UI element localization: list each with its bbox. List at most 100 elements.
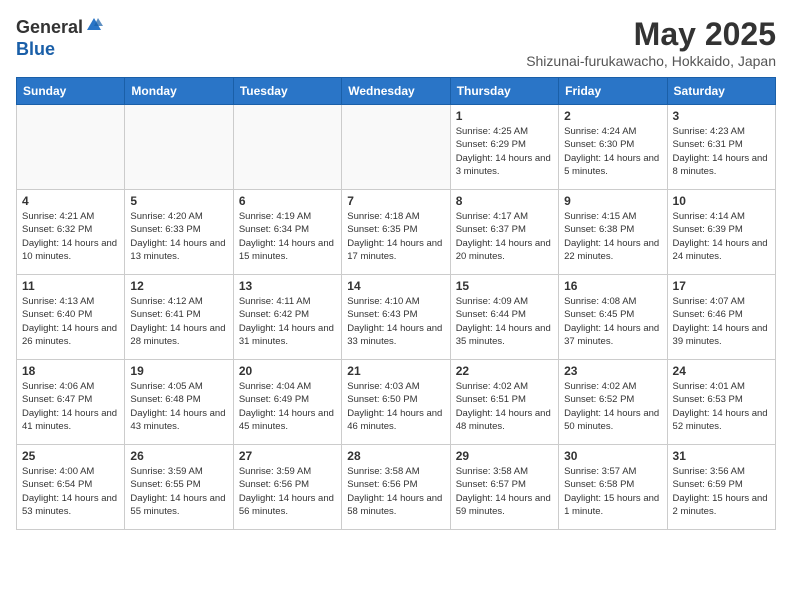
calendar-cell: 16 Sunrise: 4:08 AM Sunset: 6:45 PM Dayli…: [559, 275, 667, 360]
weekday-header-tuesday: Tuesday: [233, 78, 341, 105]
day-number: 28: [347, 449, 444, 463]
day-number: 15: [456, 279, 553, 293]
weekday-header-saturday: Saturday: [667, 78, 775, 105]
calendar-cell: 17 Sunrise: 4:07 AM Sunset: 6:46 PM Dayli…: [667, 275, 775, 360]
calendar-cell: 8Sunrise: 4:17 AM Sunset: 6:37 PM Daylig…: [450, 190, 558, 275]
calendar-cell: 4 Sunrise: 4:21 AM Sunset: 6:32 PM Daylig…: [17, 190, 125, 275]
calendar-cell: 28 Sunrise: 3:58 AM Sunset: 6:56 PM Dayli…: [342, 445, 450, 530]
logo-blue-text: Blue: [16, 39, 55, 59]
calendar-cell: 22 Sunrise: 4:02 AM Sunset: 6:51 PM Dayli…: [450, 360, 558, 445]
day-number: 17: [673, 279, 770, 293]
day-info: Sunrise: 3:56 AM Sunset: 6:59 PM Dayligh…: [673, 465, 770, 518]
day-info: Sunrise: 4:10 AM Sunset: 6:43 PM Dayligh…: [347, 295, 444, 348]
day-number: 19: [130, 364, 227, 378]
calendar-cell: [342, 105, 450, 190]
day-number: 11: [22, 279, 119, 293]
day-number: 2: [564, 109, 661, 123]
week-row-4: 18 Sunrise: 4:06 AM Sunset: 6:47 PM Dayli…: [17, 360, 776, 445]
day-number: 30: [564, 449, 661, 463]
day-number: 20: [239, 364, 336, 378]
calendar-cell: 3Sunrise: 4:23 AM Sunset: 6:31 PM Daylig…: [667, 105, 775, 190]
day-info: Sunrise: 4:05 AM Sunset: 6:48 PM Dayligh…: [130, 380, 227, 433]
calendar-cell: 2 Sunrise: 4:24 AM Sunset: 6:30 PM Daylig…: [559, 105, 667, 190]
calendar-cell: [233, 105, 341, 190]
calendar-cell: 6 Sunrise: 4:19 AM Sunset: 6:34 PM Daylig…: [233, 190, 341, 275]
calendar-cell: 18 Sunrise: 4:06 AM Sunset: 6:47 PM Dayli…: [17, 360, 125, 445]
calendar-cell: 12Sunrise: 4:12 AM Sunset: 6:41 PM Dayli…: [125, 275, 233, 360]
day-number: 21: [347, 364, 444, 378]
day-info: Sunrise: 3:58 AM Sunset: 6:56 PM Dayligh…: [347, 465, 444, 518]
day-info: Sunrise: 4:06 AM Sunset: 6:47 PM Dayligh…: [22, 380, 119, 433]
day-info: Sunrise: 4:13 AM Sunset: 6:40 PM Dayligh…: [22, 295, 119, 348]
title-block: May 2025 Shizunai-furukawacho, Hokkaido,…: [526, 16, 776, 69]
day-number: 25: [22, 449, 119, 463]
logo: General Blue: [16, 16, 103, 60]
day-info: Sunrise: 4:04 AM Sunset: 6:49 PM Dayligh…: [239, 380, 336, 433]
day-number: 9: [564, 194, 661, 208]
calendar-cell: 26Sunrise: 3:59 AM Sunset: 6:55 PM Dayli…: [125, 445, 233, 530]
calendar-cell: 10 Sunrise: 4:14 AM Sunset: 6:39 PM Dayli…: [667, 190, 775, 275]
calendar-cell: 5Sunrise: 4:20 AM Sunset: 6:33 PM Daylig…: [125, 190, 233, 275]
weekday-header-thursday: Thursday: [450, 78, 558, 105]
calendar-cell: 13 Sunrise: 4:11 AM Sunset: 6:42 PM Dayli…: [233, 275, 341, 360]
day-info: Sunrise: 4:11 AM Sunset: 6:42 PM Dayligh…: [239, 295, 336, 348]
day-number: 3: [673, 109, 770, 123]
day-info: Sunrise: 4:25 AM Sunset: 6:29 PM Dayligh…: [456, 125, 553, 178]
day-number: 7: [347, 194, 444, 208]
day-number: 31: [673, 449, 770, 463]
calendar-cell: 7 Sunrise: 4:18 AM Sunset: 6:35 PM Daylig…: [342, 190, 450, 275]
calendar-cell: 20 Sunrise: 4:04 AM Sunset: 6:49 PM Dayli…: [233, 360, 341, 445]
day-number: 1: [456, 109, 553, 123]
weekday-header-row: SundayMondayTuesdayWednesdayThursdayFrid…: [17, 78, 776, 105]
day-number: 13: [239, 279, 336, 293]
day-number: 16: [564, 279, 661, 293]
page-header: General Blue May 2025 Shizunai-furukawac…: [16, 16, 776, 69]
day-info: Sunrise: 4:02 AM Sunset: 6:52 PM Dayligh…: [564, 380, 661, 433]
calendar-cell: 29Sunrise: 3:58 AM Sunset: 6:57 PM Dayli…: [450, 445, 558, 530]
calendar-cell: 14Sunrise: 4:10 AM Sunset: 6:43 PM Dayli…: [342, 275, 450, 360]
day-info: Sunrise: 4:08 AM Sunset: 6:45 PM Dayligh…: [564, 295, 661, 348]
logo-icon: [85, 16, 103, 34]
day-info: Sunrise: 3:57 AM Sunset: 6:58 PM Dayligh…: [564, 465, 661, 518]
calendar-cell: 1 Sunrise: 4:25 AM Sunset: 6:29 PM Daylig…: [450, 105, 558, 190]
day-number: 24: [673, 364, 770, 378]
day-number: 18: [22, 364, 119, 378]
day-info: Sunrise: 4:21 AM Sunset: 6:32 PM Dayligh…: [22, 210, 119, 263]
weekday-header-sunday: Sunday: [17, 78, 125, 105]
logo-general-text: General: [16, 17, 83, 38]
day-number: 12: [130, 279, 227, 293]
week-row-1: 1 Sunrise: 4:25 AM Sunset: 6:29 PM Daylig…: [17, 105, 776, 190]
week-row-2: 4 Sunrise: 4:21 AM Sunset: 6:32 PM Daylig…: [17, 190, 776, 275]
day-info: Sunrise: 4:19 AM Sunset: 6:34 PM Dayligh…: [239, 210, 336, 263]
day-number: 22: [456, 364, 553, 378]
day-info: Sunrise: 4:18 AM Sunset: 6:35 PM Dayligh…: [347, 210, 444, 263]
week-row-3: 11 Sunrise: 4:13 AM Sunset: 6:40 PM Dayli…: [17, 275, 776, 360]
day-info: Sunrise: 3:58 AM Sunset: 6:57 PM Dayligh…: [456, 465, 553, 518]
calendar-cell: [17, 105, 125, 190]
day-number: 4: [22, 194, 119, 208]
week-row-5: 25Sunrise: 4:00 AM Sunset: 6:54 PM Dayli…: [17, 445, 776, 530]
day-info: Sunrise: 4:03 AM Sunset: 6:50 PM Dayligh…: [347, 380, 444, 433]
day-info: Sunrise: 4:01 AM Sunset: 6:53 PM Dayligh…: [673, 380, 770, 433]
calendar-cell: 30 Sunrise: 3:57 AM Sunset: 6:58 PM Dayli…: [559, 445, 667, 530]
day-number: 23: [564, 364, 661, 378]
day-info: Sunrise: 4:14 AM Sunset: 6:39 PM Dayligh…: [673, 210, 770, 263]
day-info: Sunrise: 3:59 AM Sunset: 6:56 PM Dayligh…: [239, 465, 336, 518]
calendar-cell: 9Sunrise: 4:15 AM Sunset: 6:38 PM Daylig…: [559, 190, 667, 275]
calendar-cell: 31 Sunrise: 3:56 AM Sunset: 6:59 PM Dayli…: [667, 445, 775, 530]
day-number: 5: [130, 194, 227, 208]
day-info: Sunrise: 4:02 AM Sunset: 6:51 PM Dayligh…: [456, 380, 553, 433]
day-number: 6: [239, 194, 336, 208]
calendar-cell: 24 Sunrise: 4:01 AM Sunset: 6:53 PM Dayli…: [667, 360, 775, 445]
calendar-cell: 11 Sunrise: 4:13 AM Sunset: 6:40 PM Dayli…: [17, 275, 125, 360]
calendar-cell: 19 Sunrise: 4:05 AM Sunset: 6:48 PM Dayli…: [125, 360, 233, 445]
weekday-header-monday: Monday: [125, 78, 233, 105]
day-number: 27: [239, 449, 336, 463]
day-number: 10: [673, 194, 770, 208]
day-info: Sunrise: 4:09 AM Sunset: 6:44 PM Dayligh…: [456, 295, 553, 348]
day-info: Sunrise: 4:24 AM Sunset: 6:30 PM Dayligh…: [564, 125, 661, 178]
calendar-cell: 15 Sunrise: 4:09 AM Sunset: 6:44 PM Dayli…: [450, 275, 558, 360]
day-info: Sunrise: 4:07 AM Sunset: 6:46 PM Dayligh…: [673, 295, 770, 348]
calendar-table: SundayMondayTuesdayWednesdayThursdayFrid…: [16, 77, 776, 530]
calendar-cell: 23 Sunrise: 4:02 AM Sunset: 6:52 PM Dayli…: [559, 360, 667, 445]
